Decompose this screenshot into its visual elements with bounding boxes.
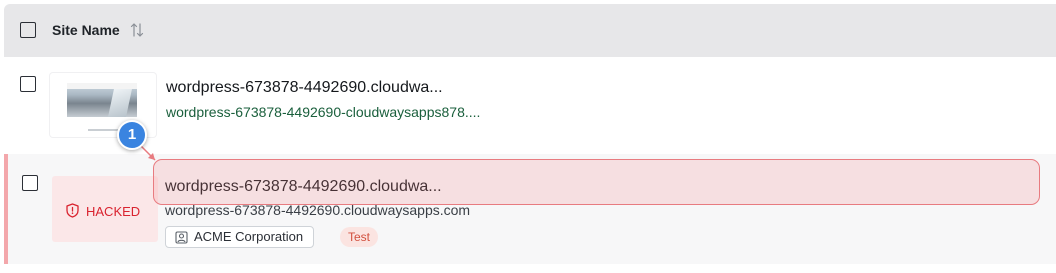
site-preview-thumbnail[interactable]: HACKED [52, 176, 158, 242]
table-header: Site Name [4, 4, 1056, 57]
hacked-status-badge: HACKED [66, 203, 141, 219]
row-checkbox[interactable] [22, 175, 38, 191]
sites-table: Site Name wordpress-673878-4492690.cloud… [4, 4, 1056, 273]
table-row[interactable]: wordpress-673878-4492690.cloudwa... word… [4, 57, 1056, 157]
organization-name: ACME Corporation [194, 229, 304, 244]
sort-arrows-icon[interactable] [130, 22, 144, 38]
site-title[interactable]: wordpress-673878-4492690.cloudwa... [166, 79, 443, 97]
site-preview-caption [88, 129, 118, 131]
organization-tag[interactable]: ACME Corporation [165, 226, 315, 248]
site-preview-image [67, 83, 137, 117]
column-header-site-name[interactable]: Site Name [52, 22, 120, 38]
select-all-checkbox[interactable] [20, 22, 36, 38]
hacked-status-label: HACKED [86, 204, 141, 219]
annotation-marker: 1 [117, 120, 147, 150]
row-checkbox[interactable] [20, 76, 36, 92]
shield-alert-icon [66, 203, 79, 218]
environment-badge: Test [340, 227, 379, 247]
site-url[interactable]: wordpress-673878-4492690-cloudwaysapps87… [166, 104, 480, 120]
annotation-highlight-box [153, 159, 1040, 205]
user-badge-icon [175, 231, 188, 244]
